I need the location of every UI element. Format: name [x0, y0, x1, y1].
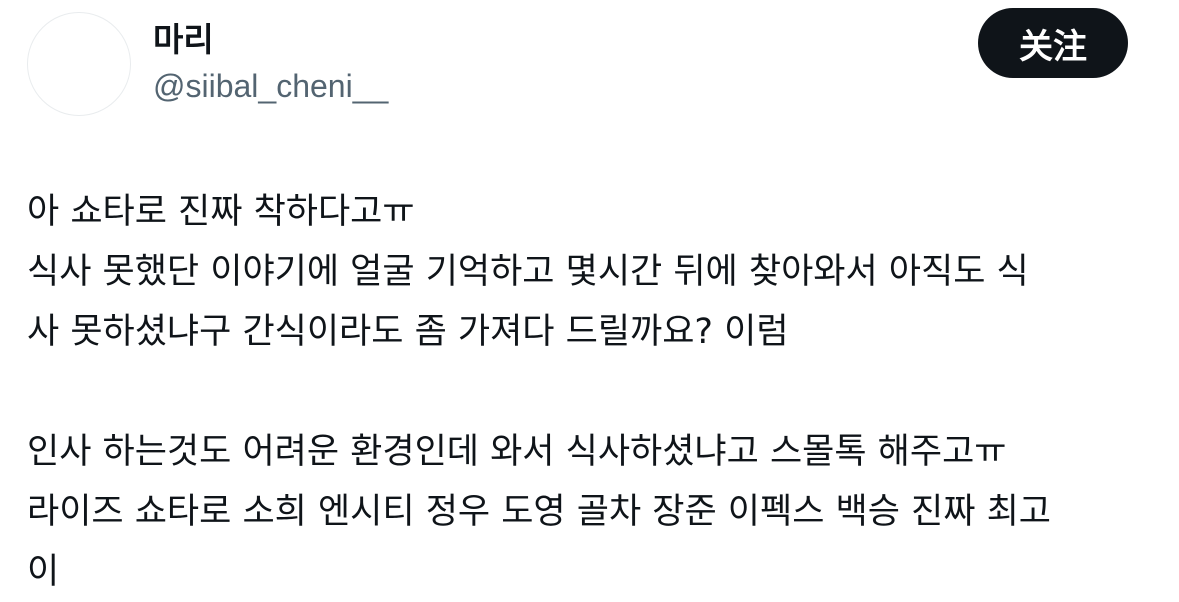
tweet-line: 식사 못했단 이야기에 얼굴 기억하고 몇시간 뒤에 찾아와서 아직도 식 [27, 252, 1029, 292]
tweet-line: 라이즈 쇼타로 소희 엔시티 정우 도영 골차 장준 이펙스 백승 진짜 최고 [27, 492, 1051, 532]
follow-button[interactable]: 关注 [978, 8, 1128, 78]
tweet-line: 사 못하셨냐구 간식이라도 좀 가져다 드릴까요? 이럼 [27, 312, 789, 352]
user-handle[interactable]: @siibal_cheni__ [153, 64, 388, 108]
tweet-line: 인사 하는것도 어려운 환경인데 와서 식사하셨냐고 스몰톡 해주고ㅠ [27, 432, 1007, 472]
tweet-line: 아 쇼타로 진짜 착하다고ㅠ [27, 192, 415, 232]
tweet-line: 이 [27, 552, 60, 592]
avatar[interactable] [27, 12, 131, 116]
tweet-text: 아 쇼타로 진짜 착하다고ㅠ 식사 못했단 이야기에 얼굴 기억하고 몇시간 뒤… [27, 182, 1167, 602]
display-name[interactable]: 마리 [153, 18, 214, 62]
